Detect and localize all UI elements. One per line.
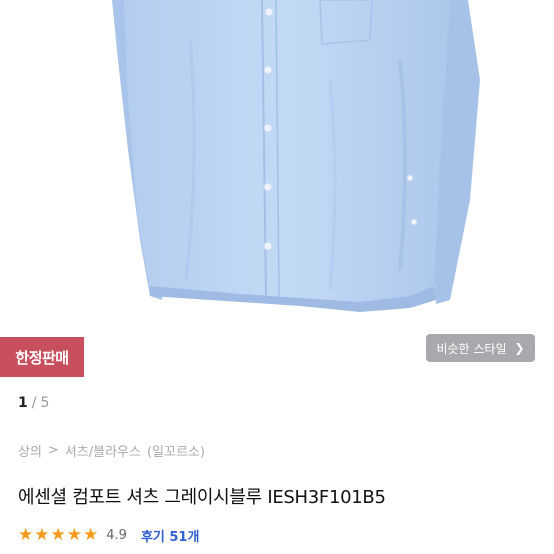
similar-style-button[interactable]: 비슷한 스타일 ❯ — [426, 334, 535, 362]
rating-score: 4.9 — [106, 528, 127, 543]
star-rating: ★ ★ ★ ★ ★ — [18, 527, 98, 544]
limited-sale-badge: 한정판매 — [0, 337, 84, 377]
product-title: 에센셜 컴포트 셔츠 그레이시블루 IESH3F101B5 — [18, 487, 386, 508]
breadcrumb-separator: > — [47, 443, 59, 458]
product-image[interactable] — [0, 0, 554, 385]
breadcrumb-item-brand[interactable]: (일꼬르소) — [147, 441, 205, 460]
breadcrumb: 상의 > 셔츠/블라우스 (일꼬르소) — [18, 441, 205, 460]
star-icon: ★ — [18, 525, 34, 545]
star-icon: ★ — [66, 525, 82, 545]
reviews-link[interactable]: 후기 51개 — [141, 526, 200, 545]
image-pager: 1/5 — [18, 395, 49, 411]
star-icon: ★ — [83, 525, 99, 545]
star-icon: ★ — [34, 525, 50, 545]
pager-current: 1 — [18, 395, 28, 411]
similar-style-label: 비슷한 스타일 — [436, 341, 507, 356]
pager-separator: / — [31, 395, 37, 411]
breadcrumb-item-shirts[interactable]: 셔츠/블라우스 — [65, 441, 141, 460]
shirt-image — [112, 0, 480, 312]
star-icon: ★ — [50, 525, 66, 545]
rating-row: ★ ★ ★ ★ ★ 4.9 후기 51개 — [18, 526, 200, 546]
chevron-right-icon: ❯ — [514, 341, 525, 355]
breadcrumb-item-top[interactable]: 상의 — [18, 441, 42, 460]
pager-total: 5 — [40, 395, 50, 411]
